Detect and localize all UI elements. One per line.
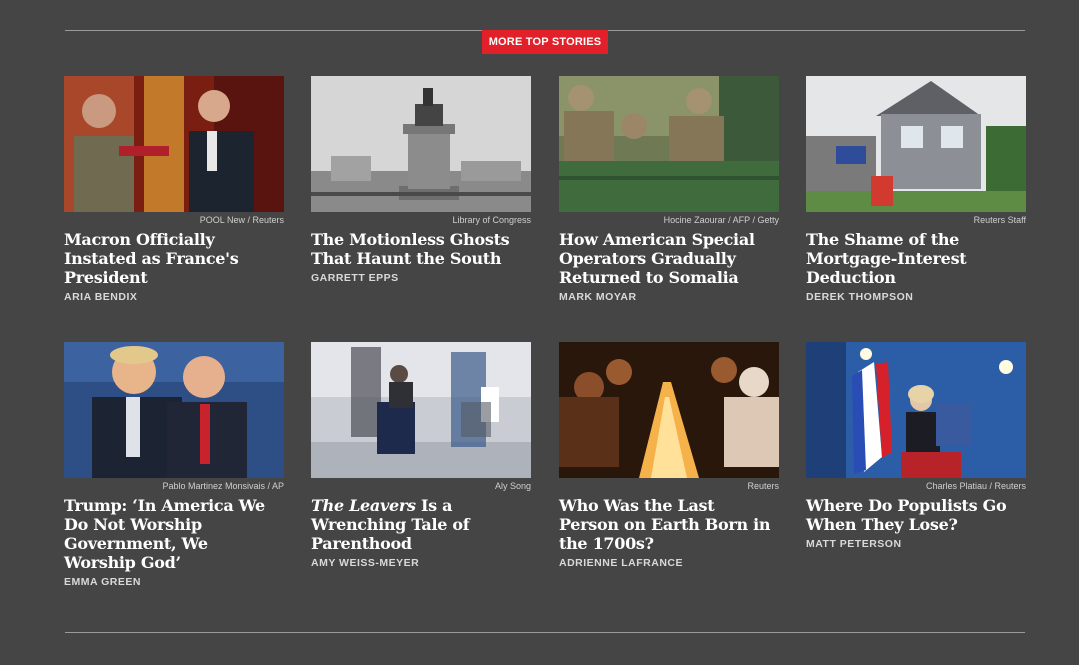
story-headline[interactable]: The Motionless Ghosts That Haunt the Sou… [311, 230, 531, 268]
story-author[interactable]: AMY WEISS-MEYER [311, 557, 531, 569]
photo-credit: Pablo Martinez Monsivais / AP [162, 481, 284, 491]
photo-credit: Aly Song [494, 481, 531, 491]
le-pen-flag-photo[interactable] [806, 342, 1026, 478]
story-headline[interactable]: The Leavers Is a Wrenching Tale of Paren… [311, 496, 531, 553]
story-headline-title[interactable]: The Leavers [311, 496, 416, 515]
story-card[interactable]: POOL New / Reuters Macron Officially Ins… [64, 76, 284, 303]
story-author[interactable]: ADRIENNE LAFRANCE [559, 557, 779, 569]
story-card[interactable]: Charles Platiau / Reuters Where Do Popul… [806, 342, 1026, 550]
macron-inauguration-photo[interactable] [64, 76, 284, 212]
story-card[interactable]: Reuters Who Was the Last Person on Earth… [559, 342, 779, 569]
story-headline[interactable]: How American Special Operators Gradually… [559, 230, 779, 287]
story-card[interactable]: Hocine Zaourar / AFP / Getty How America… [559, 76, 779, 303]
story-headline[interactable]: Who Was the Last Person on Earth Born in… [559, 496, 779, 553]
story-author[interactable]: GARRETT EPPS [311, 272, 531, 284]
story-card[interactable]: Pablo Martinez Monsivais / AP Trump: ‘In… [64, 342, 284, 588]
photo-credit: Hocine Zaourar / AFP / Getty [663, 215, 779, 225]
photo-credit: Reuters [747, 481, 779, 491]
photo-credit: Charles Platiau / Reuters [925, 481, 1026, 491]
story-author[interactable]: ARIA BENDIX [64, 291, 284, 303]
story-card[interactable]: Reuters Staff The Shame of the Mortgage-… [806, 76, 1026, 303]
story-author[interactable]: MATT PETERSON [806, 538, 1026, 550]
story-headline[interactable]: Macron Officially Instated as France's P… [64, 230, 284, 287]
candles-vigil-photo[interactable] [559, 342, 779, 478]
story-headline[interactable]: The Shame of the Mortgage-Interest Deduc… [806, 230, 1026, 287]
bottom-divider [65, 632, 1025, 633]
story-author[interactable]: MARK MOYAR [559, 291, 779, 303]
airport-child-suitcase-photo[interactable] [311, 342, 531, 478]
photo-credit: Library of Congress [452, 215, 531, 225]
story-author[interactable]: EMMA GREEN [64, 576, 284, 588]
trump-falwell-photo[interactable] [64, 342, 284, 478]
section-label[interactable]: MORE TOP STORIES [482, 30, 608, 54]
story-headline[interactable]: Where Do Populists Go When They Lose? [806, 496, 1026, 534]
story-headline[interactable]: Trump: ‘In America We Do Not Worship Gov… [64, 496, 284, 572]
equestrian-statue-photo[interactable] [311, 76, 531, 212]
photo-credit: Reuters Staff [973, 215, 1026, 225]
photo-credit: POOL New / Reuters [199, 215, 284, 225]
story-author[interactable]: DEREK THOMPSON [806, 291, 1026, 303]
story-card[interactable]: Library of Congress The Motionless Ghost… [311, 76, 531, 284]
soldiers-truck-photo[interactable] [559, 76, 779, 212]
story-card[interactable]: Aly Song The Leavers Is a Wrenching Tale… [311, 342, 531, 569]
house-for-sale-photo[interactable] [806, 76, 1026, 212]
